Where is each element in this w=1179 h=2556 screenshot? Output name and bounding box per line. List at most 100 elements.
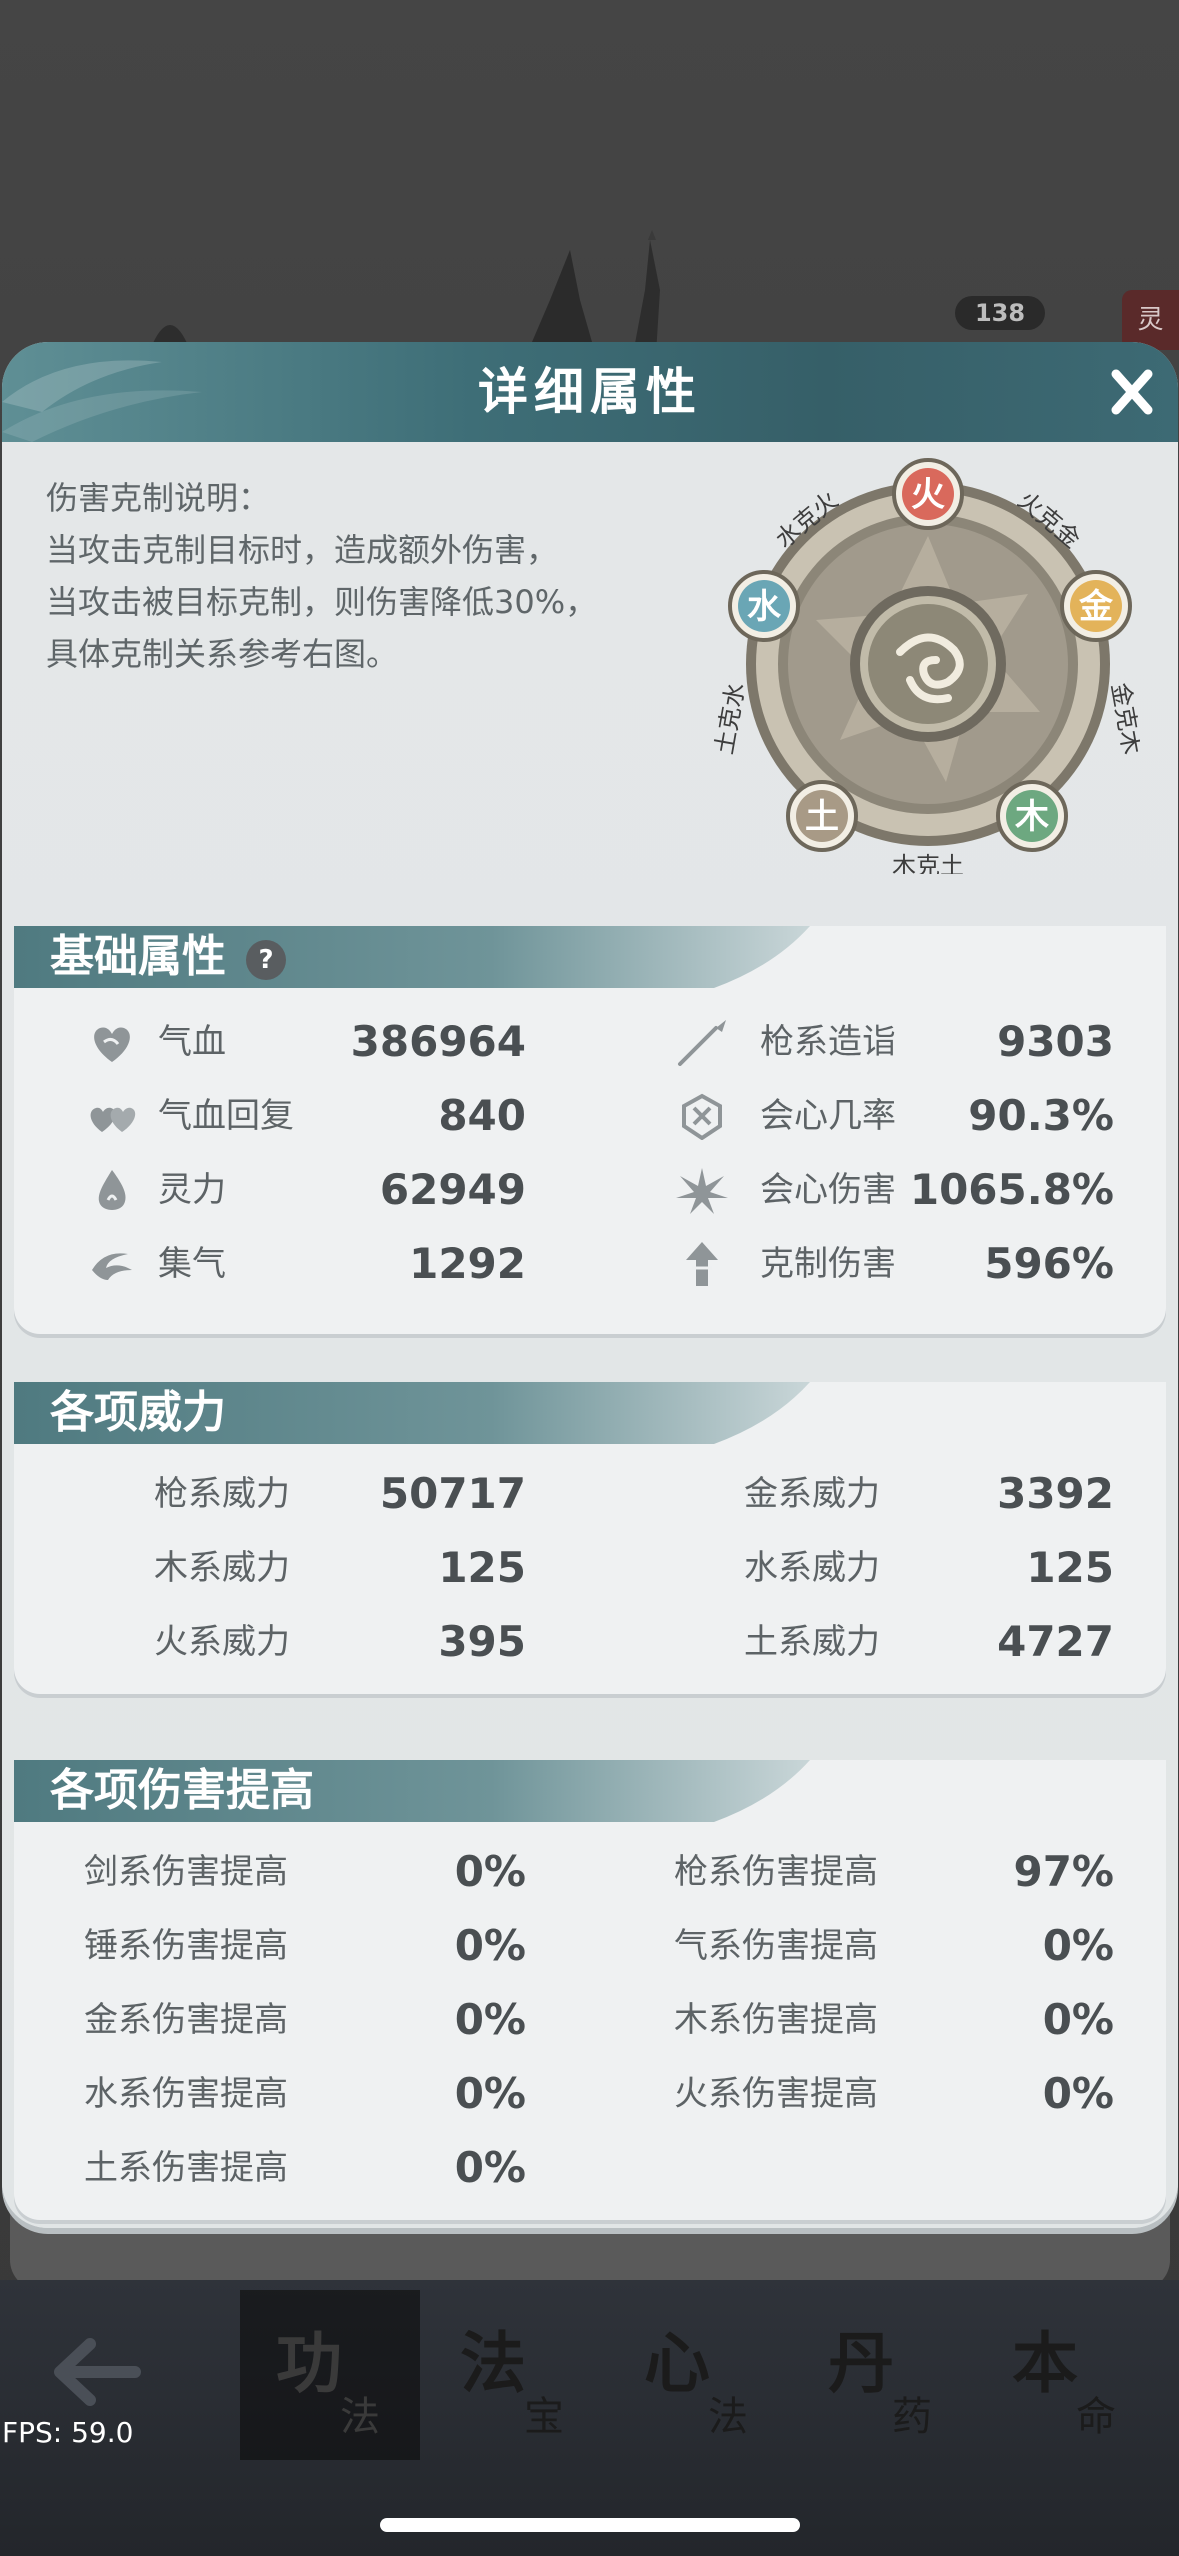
attribute-row: 火系威力 395 (154, 1612, 526, 1672)
attribute-value: 840 (438, 1091, 526, 1140)
attribute-value: 0% (454, 1847, 526, 1896)
attribute-value: 0% (454, 2069, 526, 2118)
nav-tab[interactable]: 法宝 (424, 2290, 604, 2460)
attribute-label: 枪系威力 (154, 1474, 290, 1514)
attribute-row: 气血回复 840 (84, 1086, 526, 1146)
element-label: 金 (1078, 587, 1114, 627)
attribute-value: 395 (438, 1617, 526, 1666)
shield-rune-icon (682, 1093, 722, 1140)
element-node-metal: 金 (1060, 570, 1132, 642)
five-elements-wheel: 火金木土水 水克火 火克金金克木木克土土克水 (710, 458, 1140, 874)
attribute-row: 枪系伤害提高 97% (674, 1842, 1114, 1902)
nav-tab-small-char: 法 (340, 2394, 380, 2440)
restraint-relation-label: 土克水 (710, 681, 750, 757)
double-heart-icon (90, 1107, 136, 1132)
attribute-value: 90.3% (968, 1091, 1114, 1140)
nav-tab-small-char: 药 (892, 2394, 932, 2440)
attribute-value: 596% (984, 1239, 1114, 1288)
attribute-label: 会心伤害 (760, 1170, 896, 1210)
level-badge: 138 (955, 296, 1045, 330)
nav-tab[interactable]: 本命 (976, 2290, 1156, 2460)
section-header: 基础属性 ? (14, 926, 814, 988)
attribute-value: 125 (438, 1543, 526, 1592)
damage-boost-section: 各项伤害提高 剑系伤害提高 0% 锤系伤害提高 0% 金系伤害提高 0% 水系伤害提高 0% 土… (14, 1760, 1166, 2220)
nav-tab-big-char: 法 (460, 2324, 526, 2402)
attribute-row: 锤系伤害提高 0% (84, 1916, 526, 1976)
detail-attributes-modal: 详细属性 伤害克制说明： 当攻击克制目标时，造成额外伤害， 当攻击被目标克制，则… (2, 342, 1178, 2228)
attribute-label: 土系伤害提高 (84, 2148, 288, 2188)
attribute-row: 土系伤害提高 0% (84, 2138, 526, 2198)
element-node-wood: 木 (996, 780, 1068, 852)
nav-tab-big-char: 本 (1012, 2324, 1078, 2402)
basic-attributes-section: 基础属性 ? 气血 386964 气血回复 840 灵力 62949 集气 1292 枪系造诣 9… (14, 926, 1166, 1334)
attribute-label: 气系伤害提高 (674, 1926, 878, 1966)
attribute-label: 木系威力 (154, 1548, 290, 1588)
attribute-row: 剑系伤害提高 0% (84, 1842, 526, 1902)
attribute-label: 克制伤害 (760, 1244, 896, 1284)
attribute-row: 金系伤害提高 0% (84, 1990, 526, 2050)
attribute-row: 会心伤害 1065.8% (674, 1160, 1114, 1220)
nav-tab-small-char: 宝 (524, 2394, 564, 2440)
attribute-value: 4727 (997, 1617, 1114, 1666)
attribute-label: 土系威力 (744, 1622, 880, 1662)
nav-tab[interactable]: 心法 (608, 2290, 788, 2460)
attribute-value: 386964 (350, 1017, 526, 1066)
attribute-value: 62949 (379, 1165, 526, 1214)
attribute-label: 水系伤害提高 (84, 2074, 288, 2114)
element-label: 木 (1014, 797, 1049, 837)
close-icon[interactable] (1102, 362, 1162, 422)
attribute-label: 枪系造诣 (760, 1022, 896, 1062)
attribute-row: 枪系造诣 9303 (674, 1012, 1114, 1072)
element-node-earth: 土 (786, 780, 858, 852)
nav-tab-small-char: 法 (708, 2394, 748, 2440)
attribute-value: 1065.8% (909, 1165, 1114, 1214)
element-label: 土 (805, 797, 839, 837)
element-label: 水 (747, 587, 782, 627)
description-line: 当攻击被目标克制，则伤害降低30%， (46, 583, 598, 621)
attribute-value: 125 (1026, 1543, 1114, 1592)
side-tag[interactable]: 灵 (1122, 290, 1179, 350)
attribute-label: 剑系伤害提高 (84, 1852, 288, 1892)
description-line: 具体克制关系参考右图。 (46, 635, 399, 673)
element-node-fire: 火 (892, 458, 964, 530)
spear-icon (678, 1020, 726, 1066)
back-arrow-icon[interactable] (40, 2320, 150, 2420)
nav-tab[interactable]: 功法 (240, 2290, 420, 2460)
element-label: 火 (911, 475, 945, 515)
attribute-value: 97% (1013, 1847, 1114, 1896)
attribute-row: 气血 386964 (84, 1012, 526, 1072)
section-header: 各项伤害提高 (14, 1760, 814, 1822)
section-title: 各项伤害提高 (50, 1765, 314, 1816)
attribute-label: 气血 (158, 1022, 226, 1062)
element-node-water: 水 (728, 570, 800, 642)
modal-header: 详细属性 (2, 342, 1178, 442)
attribute-row: 克制伤害 596% (674, 1234, 1114, 1294)
description-line: 伤害克制说明： (46, 479, 271, 517)
section-title: 各项威力 (50, 1387, 226, 1438)
nav-tab-big-char: 功 (276, 2324, 342, 2402)
attribute-label: 水系威力 (744, 1548, 880, 1588)
restraint-relation-label: 金克木 (1106, 681, 1140, 757)
attribute-row: 火系伤害提高 0% (674, 2064, 1114, 2124)
section-header: 各项威力 (14, 1382, 814, 1444)
attribute-value: 9303 (997, 1017, 1114, 1066)
fps-counter: FPS: 59.0 (2, 2416, 134, 2449)
attribute-row: 木系威力 125 (154, 1538, 526, 1598)
attribute-row: 水系威力 125 (744, 1538, 1114, 1598)
home-indicator[interactable] (380, 2518, 800, 2532)
attribute-row: 集气 1292 (84, 1234, 526, 1294)
attribute-label: 金系威力 (744, 1474, 880, 1514)
burst-star-icon (676, 1168, 728, 1214)
help-icon[interactable]: ? (246, 940, 286, 980)
damage-restraint-description: 伤害克制说明： 当攻击克制目标时，造成额外伤害， 当攻击被目标克制，则伤害降低3… (46, 472, 686, 680)
heart-icon (94, 1027, 130, 1062)
nav-tab-big-char: 丹 (828, 2324, 894, 2402)
attribute-label: 火系伤害提高 (674, 2074, 878, 2114)
attribute-value: 3392 (997, 1469, 1114, 1518)
attribute-value: 50717 (379, 1469, 526, 1518)
nav-tab-small-char: 命 (1076, 2394, 1116, 2440)
flame-drop-icon (98, 1170, 126, 1210)
nav-tab[interactable]: 丹药 (792, 2290, 972, 2460)
attribute-row: 金系威力 3392 (744, 1464, 1114, 1524)
attribute-label: 枪系伤害提高 (674, 1852, 878, 1892)
